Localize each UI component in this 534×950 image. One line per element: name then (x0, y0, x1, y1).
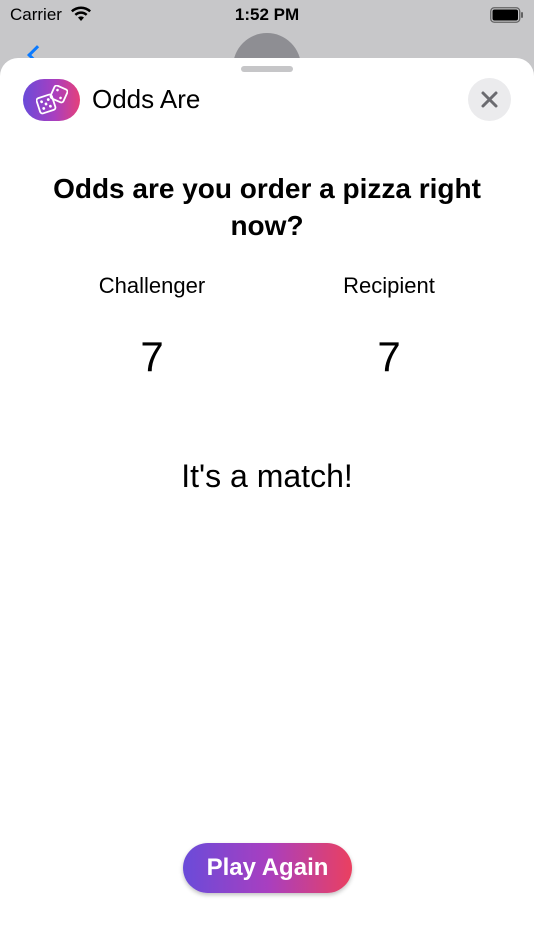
battery-icon (490, 7, 523, 23)
challenger-number: 7 (140, 333, 164, 380)
play-again-button[interactable]: Play Again (183, 843, 352, 893)
close-icon (481, 91, 498, 108)
sheet-grabber[interactable] (241, 66, 293, 72)
recipient-label: Recipient (343, 273, 435, 298)
app-title: Odds Are (92, 84, 201, 114)
status-bar: Carrier 1:52 PM (0, 0, 534, 30)
close-button[interactable] (468, 78, 511, 121)
odds-question: Odds are you order a pizza right now? (53, 173, 481, 241)
result-message: It's a match! (181, 458, 353, 494)
recipient-number: 7 (377, 333, 401, 380)
status-time: 1:52 PM (234, 5, 300, 24)
game-sheet: Odds Are Odds are you order a pizza righ… (0, 58, 534, 950)
dice-icon (23, 79, 80, 121)
challenger-label: Challenger (98, 273, 206, 298)
